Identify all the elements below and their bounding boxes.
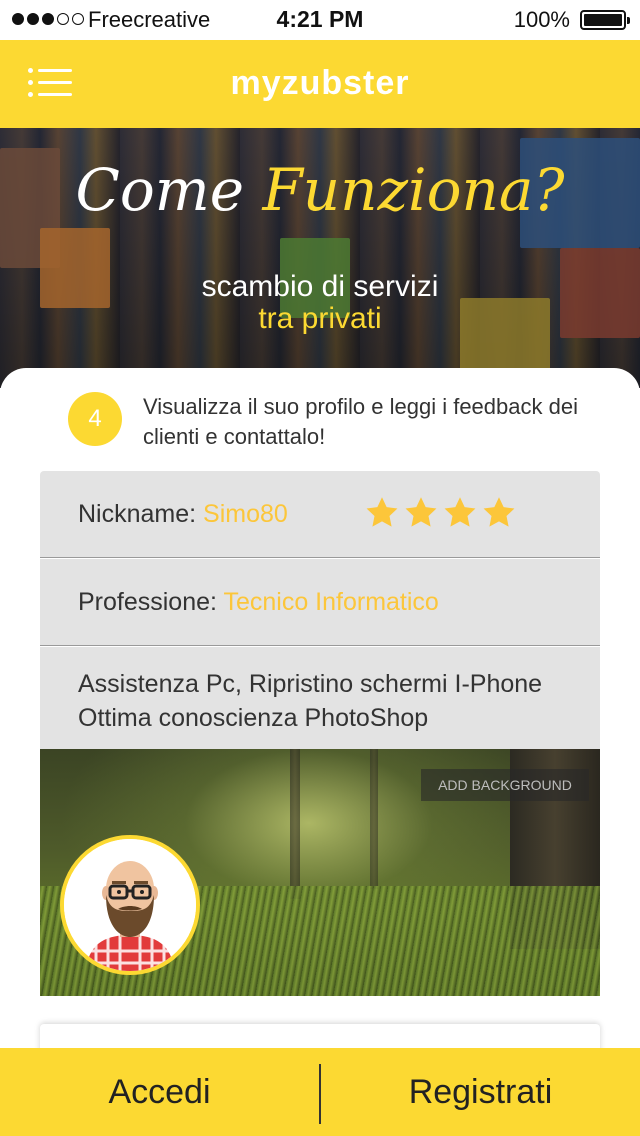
- status-bar: Freecreative 4:21 PM 100%: [0, 0, 640, 40]
- tree-trunk-graphic: [290, 749, 300, 899]
- hero-subtitle-highlight: tra privati: [258, 302, 382, 335]
- app-title: myzubster: [230, 64, 410, 102]
- profession-value: Tecnico Informatico: [223, 588, 439, 616]
- bottom-action-bar: Accedi Registrati: [0, 1048, 640, 1136]
- description-line: Assistenza Pc, Ripristino schermi I-Phon…: [78, 670, 543, 698]
- app-header: myzubster: [0, 40, 640, 128]
- content-panel: 4 Visualizza il suo profilo e leggi i fe…: [0, 368, 640, 1064]
- rating-stars: [364, 495, 517, 531]
- battery-percentage: 100%: [513, 7, 570, 32]
- profession-field: Professione: Tecnico Informatico: [78, 588, 439, 617]
- description-row: Assistenza Pc, Ripristino schermi I-Phon…: [40, 647, 600, 749]
- star-icon: [444, 497, 476, 527]
- nickname-field: Nickname: Simo80: [78, 500, 288, 529]
- description-line: Ottima conoscienza PhotoShop: [78, 704, 429, 732]
- hero-title: Come Funziona?: [0, 156, 640, 224]
- nickname-label: Nickname:: [78, 500, 197, 528]
- add-background-button[interactable]: ADD BACKGROUND: [421, 769, 589, 801]
- step-description: Visualizza il suo profilo e leggi i feed…: [143, 394, 578, 449]
- profile-cover-photo: ADD BACKGROUND: [40, 749, 600, 996]
- battery-icon: [580, 10, 630, 30]
- hero-banner: Come Funziona? scambio di servizi tra pr…: [0, 128, 640, 388]
- step-number-badge: 4: [68, 392, 122, 446]
- profession-row: Professione: Tecnico Informatico: [40, 559, 600, 646]
- register-button[interactable]: Registrati: [321, 1048, 640, 1136]
- tree-trunk-graphic: [370, 749, 378, 889]
- bearded-man-avatar-icon[interactable]: [60, 835, 200, 975]
- star-icon: [366, 497, 398, 527]
- login-button[interactable]: Accedi: [0, 1048, 319, 1136]
- profile-card: Nickname: Simo80 Professione: Tecnico In…: [40, 471, 600, 996]
- star-icon: [483, 497, 515, 527]
- hero-subtitle: scambio di servizi: [201, 270, 439, 303]
- nickname-value: Simo80: [203, 500, 288, 528]
- hero-title-part2: Funziona?: [262, 156, 565, 224]
- hero-title-part1: Come: [75, 156, 245, 224]
- avatar-illustration: [64, 839, 196, 971]
- nickname-row: Nickname: Simo80: [40, 471, 600, 558]
- profession-label: Professione:: [78, 588, 217, 616]
- profile-description: Assistenza Pc, Ripristino schermi I-Phon…: [78, 667, 542, 735]
- star-icon: [405, 497, 437, 527]
